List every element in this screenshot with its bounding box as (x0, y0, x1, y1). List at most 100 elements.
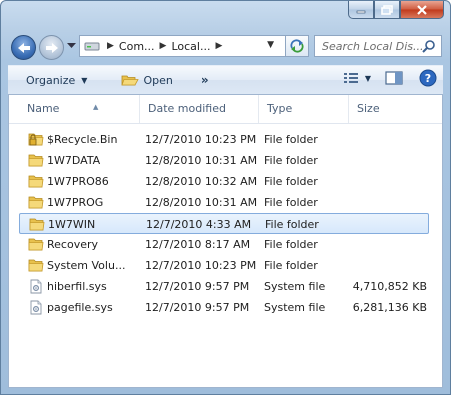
file-date-modified: 12/8/2010 10:31 AM (145, 154, 258, 167)
view-options-dropdown-icon[interactable]: ▼ (365, 74, 371, 83)
breadcrumb-local-disk[interactable]: Local... (171, 40, 210, 53)
address-bar[interactable]: ▶ Com... ▶ Local... ▶ ▼ (79, 35, 309, 57)
system-file-icon (28, 300, 44, 315)
file-date-modified: 12/7/2010 4:33 AM (146, 218, 252, 231)
breadcrumb-separator[interactable]: ▶ (160, 41, 167, 51)
file-type: File folder (264, 175, 318, 188)
column-header-name[interactable]: ▲ Name (19, 95, 140, 123)
table-row[interactable]: System Volu... 12/7/2010 10:23 PM File fol… (19, 255, 429, 276)
file-list: $Recycle.Bin 12/7/2010 10:23 PM File folde… (19, 129, 429, 318)
open-label: Open (143, 73, 173, 87)
breadcrumb-separator[interactable]: ▶ (215, 41, 222, 51)
system-file-icon (28, 279, 44, 294)
drive-icon (84, 42, 100, 51)
open-button[interactable]: Open (115, 68, 178, 92)
column-header-date-modified[interactable]: Date modified (140, 95, 259, 123)
arrow-left-icon (17, 42, 30, 53)
recent-pages-dropdown-icon[interactable] (67, 43, 76, 49)
refresh-button[interactable] (285, 35, 309, 57)
file-type: File folder (264, 154, 318, 167)
svg-text:?: ? (425, 72, 431, 85)
explorer-window: ▶ Com... ▶ Local... ▶ ▼ Organize ▼ Open … (0, 0, 451, 395)
file-name: $Recycle.Bin (47, 133, 118, 146)
file-name: 1W7WIN (48, 218, 96, 231)
file-type: System file (264, 301, 326, 314)
preview-pane-icon (385, 71, 403, 85)
file-type: File folder (265, 218, 319, 231)
file-date-modified: 12/7/2010 10:23 PM (145, 133, 257, 146)
restore-icon (381, 4, 393, 15)
refresh-icon (290, 39, 304, 53)
caption-buttons (348, 1, 444, 21)
table-row[interactable]: 1W7WIN 12/7/2010 4:33 AM File folder (19, 213, 429, 234)
file-date-modified: 12/7/2010 9:57 PM (145, 280, 250, 293)
organize-menu-button[interactable]: Organize ▼ (20, 68, 93, 92)
file-list-pane: ▲ Name Date modified Type Size $Recycle.… (8, 95, 443, 388)
file-name: 1W7PROG (47, 196, 104, 209)
file-type: File folder (264, 259, 318, 272)
file-type: File folder (264, 196, 318, 209)
file-name: 1W7PRO86 (47, 175, 109, 188)
change-view-button[interactable]: ▼ (343, 72, 371, 84)
folder-icon (29, 217, 45, 232)
file-name: pagefile.sys (47, 301, 113, 314)
file-date-modified: 12/8/2010 10:31 AM (145, 196, 258, 209)
breadcrumb: ▶ Com... ▶ Local... ▶ (84, 40, 227, 53)
file-type: System file (264, 280, 326, 293)
file-type: File folder (264, 238, 318, 251)
table-row[interactable]: 1W7PRO86 12/8/2010 10:32 AM File folder (19, 171, 429, 192)
breadcrumb-computer[interactable]: Com... (119, 40, 155, 53)
search-input[interactable] (320, 38, 428, 54)
close-button[interactable] (400, 1, 444, 19)
file-size: 4,710,852 KB (352, 280, 427, 293)
file-name: Recovery (47, 238, 99, 251)
search-box[interactable] (314, 35, 442, 57)
table-row[interactable]: Recovery 12/7/2010 8:17 AM File folder (19, 234, 429, 255)
minimize-button[interactable] (348, 1, 374, 19)
open-folder-icon (121, 75, 140, 86)
close-icon (417, 4, 427, 15)
table-row[interactable]: hiberfil.sys 12/7/2010 9:57 PM System file… (19, 276, 429, 297)
breadcrumb-separator[interactable]: ▶ (107, 41, 114, 51)
file-date-modified: 12/7/2010 10:23 PM (145, 259, 257, 272)
column-header-size[interactable]: Size (349, 95, 429, 123)
column-header-label: Size (357, 102, 380, 115)
folder-icon (28, 153, 44, 168)
folder-icon (28, 237, 44, 252)
chevron-down-icon: ▼ (81, 75, 88, 85)
address-dropdown-icon[interactable]: ▼ (267, 40, 274, 50)
file-date-modified: 12/8/2010 10:32 AM (145, 175, 258, 188)
file-date-modified: 12/7/2010 8:17 AM (145, 238, 251, 251)
command-bar: Organize ▼ Open » ▼ ? (8, 65, 443, 95)
minimize-icon (356, 10, 366, 13)
table-row[interactable]: pagefile.sys 12/7/2010 9:57 PM System file… (19, 297, 429, 318)
table-row[interactable]: $Recycle.Bin 12/7/2010 10:23 PM File folde… (19, 129, 429, 150)
navigation-bar: ▶ Com... ▶ Local... ▶ ▼ (1, 33, 450, 63)
file-size: 6,281,136 KB (352, 301, 427, 314)
column-header-label: Name (27, 102, 60, 115)
column-header-label: Date modified (148, 102, 226, 115)
folder-icon (28, 174, 44, 189)
view-details-icon (343, 73, 358, 83)
search-icon[interactable] (422, 39, 436, 53)
file-date-modified: 12/7/2010 9:57 PM (145, 301, 250, 314)
help-button[interactable]: ? (419, 69, 437, 87)
forward-button[interactable] (39, 35, 64, 60)
more-commands-button[interactable]: » (195, 68, 214, 92)
folder-icon (28, 258, 44, 273)
maximize-button[interactable] (374, 1, 400, 19)
column-header-type[interactable]: Type (259, 95, 349, 123)
file-type: File folder (264, 133, 318, 146)
organize-label: Organize (26, 73, 76, 87)
back-button[interactable] (11, 35, 36, 60)
arrow-right-icon (45, 42, 58, 53)
help-icon: ? (419, 69, 437, 87)
preview-pane-button[interactable] (385, 71, 403, 85)
table-row[interactable]: 1W7DATA 12/8/2010 10:31 AM File folder (19, 150, 429, 171)
folder-icon (28, 195, 44, 210)
toolbar-right-group: ▼ ? (343, 69, 437, 87)
file-name: System Volu... (47, 259, 126, 272)
column-header-label: Type (267, 102, 293, 115)
column-headers: ▲ Name Date modified Type Size (9, 95, 442, 124)
table-row[interactable]: 1W7PROG 12/8/2010 10:31 AM File folder (19, 192, 429, 213)
